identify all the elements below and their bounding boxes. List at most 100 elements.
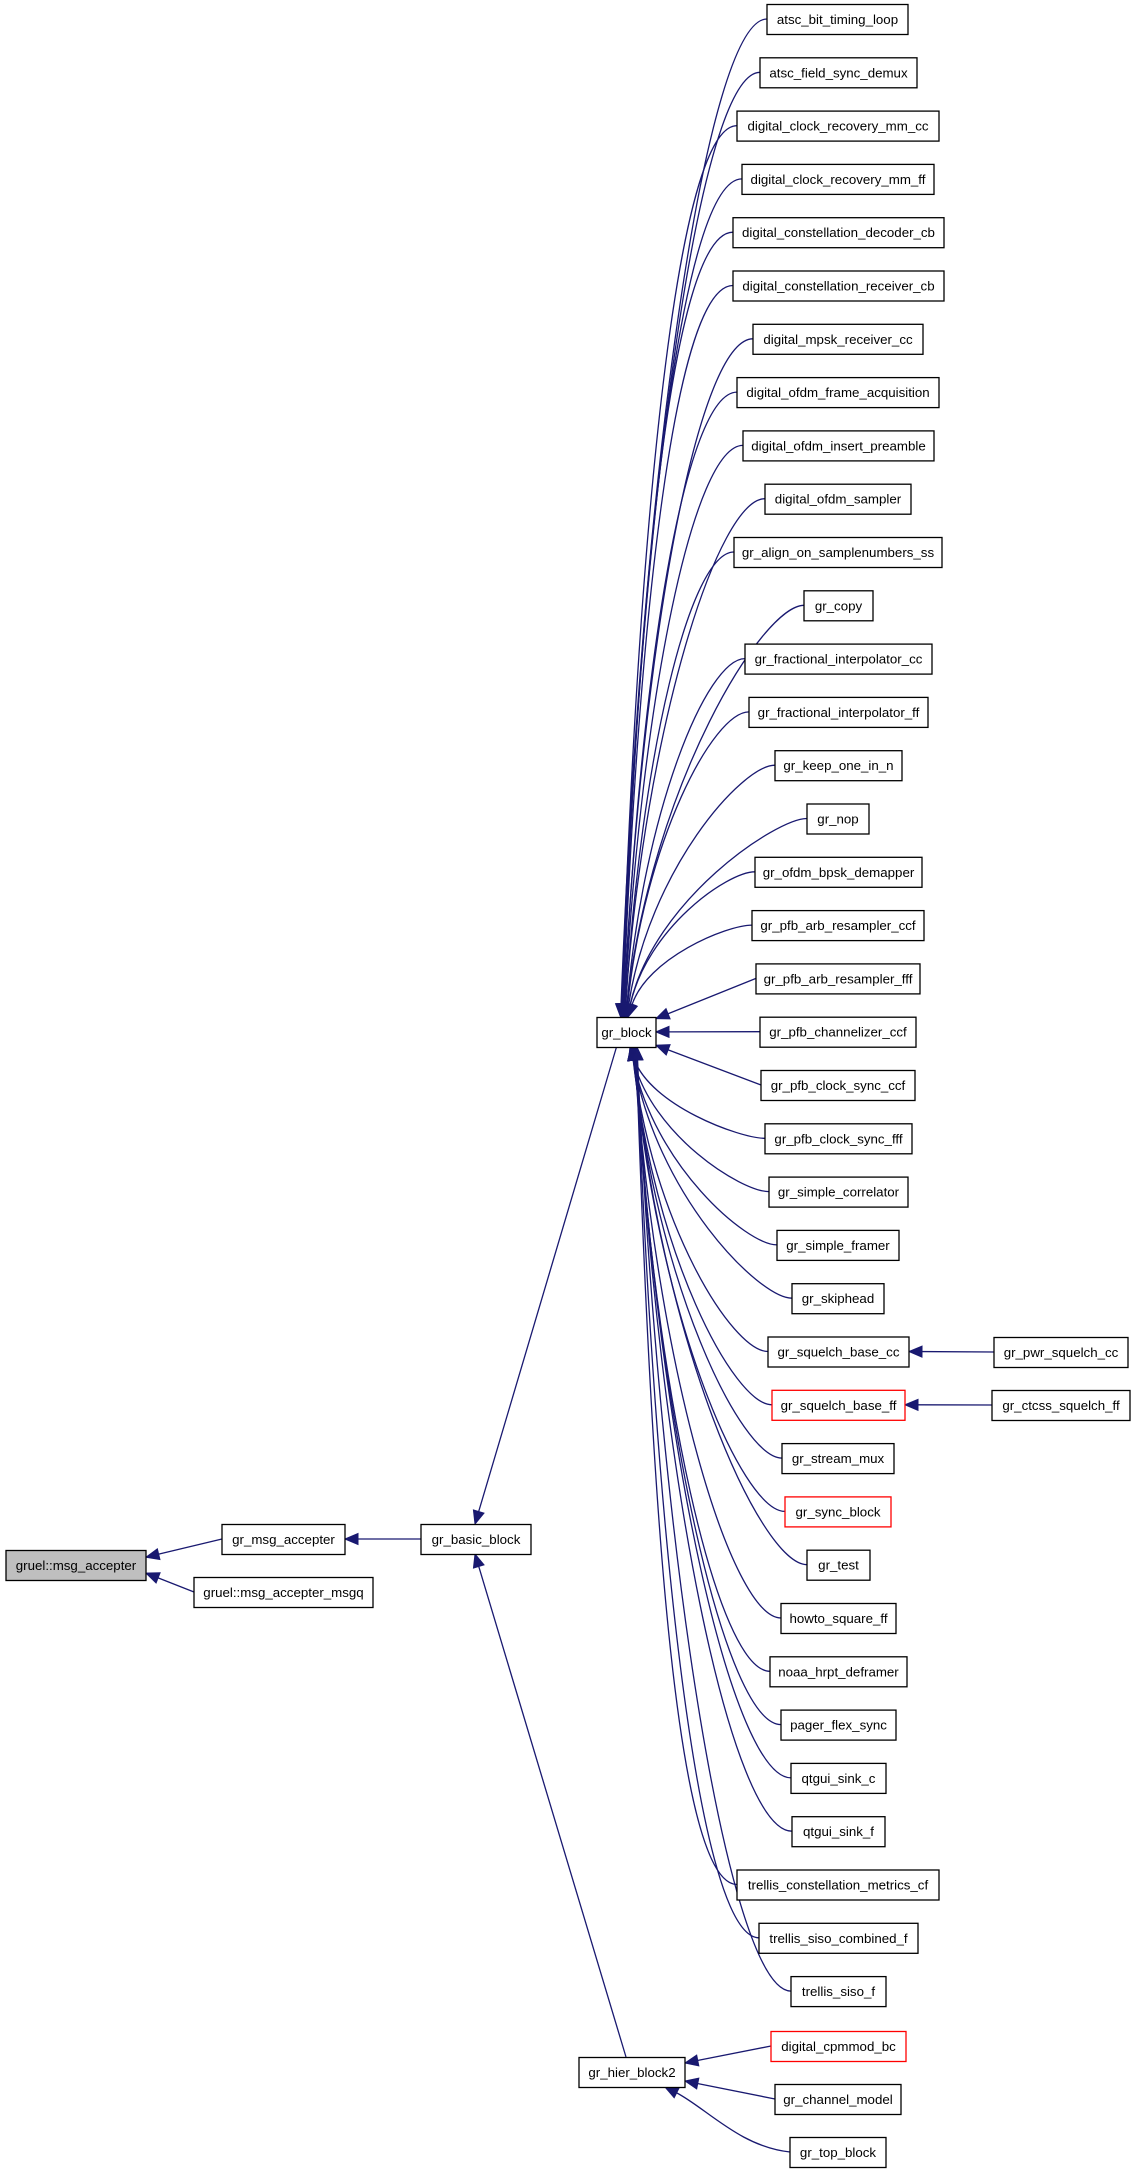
node-label: digital_ofdm_sampler <box>775 492 902 507</box>
node-trellis-siso-combined-f[interactable]: trellis_siso_combined_f <box>758 1922 919 1954</box>
node-gr-stream-mux[interactable]: gr_stream_mux <box>781 1442 895 1475</box>
node-digital-ofdm-frame-acquisition[interactable]: digital_ofdm_frame_acquisition <box>736 376 940 409</box>
node-label: gr_pfb_arb_resampler_ccf <box>760 918 916 933</box>
node-label: trellis_siso_combined_f <box>769 1931 908 1946</box>
edge-gr-pfb-arb-resampler-fff-to-gr-block <box>654 977 757 1020</box>
node-digital-constellation-receiver-cb[interactable]: digital_constellation_receiver_cb <box>732 270 945 302</box>
node-digital-clock-recovery-mm-ff[interactable]: digital_clock_recovery_mm_ff <box>741 163 935 196</box>
node-digital-clock-recovery-mm-cc[interactable]: digital_clock_recovery_mm_cc <box>736 110 940 142</box>
arrowhead-icon <box>472 1509 485 1526</box>
edge-line <box>157 1538 223 1556</box>
node-gr-squelch-base-ff[interactable]: gr_squelch_base_ff <box>771 1389 906 1421</box>
node-trellis-constellation-metrics-cf[interactable]: trellis_constellation_metrics_cf <box>736 1869 940 1901</box>
node-label: gr_nop <box>817 812 858 827</box>
node-gr-nop[interactable]: gr_nop <box>806 803 870 835</box>
node-label: gruel::msg_accepter_msgq <box>203 1585 363 1600</box>
node-gruel-msg-accepter: gruel::msg_accepter <box>5 1549 147 1582</box>
node-gr-copy[interactable]: gr_copy <box>803 590 874 622</box>
node-qtgui-sink-c[interactable]: qtgui_sink_c <box>790 1762 887 1795</box>
node-gr-test[interactable]: gr_test <box>806 1549 871 1581</box>
arrowhead-icon <box>144 1547 161 1561</box>
node-digital-cpmmod-bc[interactable]: digital_cpmmod_bc <box>770 2030 907 2063</box>
node-pager-flex-sync[interactable]: pager_flex_sync <box>780 1709 897 1741</box>
edge-gr-pfb-arb-resampler-ccf-to-gr-block <box>626 924 753 1019</box>
edge-gruel-msg-accepter-msgq-to-gruel-msg-accepter <box>144 1572 195 1593</box>
node-label: gr_squelch_base_cc <box>778 1345 900 1360</box>
edge-line <box>696 2045 772 2062</box>
node-gr-align-on-samplenumbers-ss[interactable]: gr_align_on_samplenumbers_ss <box>733 536 943 569</box>
node-label: digital_clock_recovery_mm_cc <box>747 119 928 134</box>
arrowhead-icon <box>654 1044 671 1056</box>
node-gr-block[interactable]: gr_block <box>596 1016 657 1049</box>
node-gruel-msg-accepter-msgq[interactable]: gruel::msg_accepter_msgq <box>193 1576 374 1609</box>
edge-line <box>666 977 757 1015</box>
node-gr-pfb-arb-resampler-fff[interactable]: gr_pfb_arb_resampler_fff <box>755 963 921 995</box>
node-gr-fractional-interpolator-cc[interactable]: gr_fractional_interpolator_cc <box>744 643 933 675</box>
node-digital-ofdm-insert-preamble[interactable]: digital_ofdm_insert_preamble <box>742 430 935 462</box>
arrowhead-icon <box>683 2077 700 2090</box>
node-gr-skiphead[interactable]: gr_skiphead <box>791 1283 885 1315</box>
node-label: gr_ctcss_squelch_ff <box>1002 1398 1120 1413</box>
node-label: trellis_constellation_metrics_cf <box>748 1878 929 1893</box>
edge-line <box>634 1058 782 1726</box>
node-gr-keep-one-in-n[interactable]: gr_keep_one_in_n <box>774 750 903 782</box>
arrowhead-icon <box>343 1532 359 1546</box>
node-label: gr_fractional_interpolator_ff <box>758 705 920 720</box>
node-label: qtgui_sink_c <box>802 1771 876 1786</box>
arrowhead-icon <box>683 2054 700 2067</box>
node-gr-ctcss-squelch-ff[interactable]: gr_ctcss_squelch_ff <box>991 1389 1131 1422</box>
node-label: digital_constellation_decoder_cb <box>742 225 935 240</box>
node-gr-ofdm-bpsk-demapper[interactable]: gr_ofdm_bpsk_demapper <box>754 856 923 888</box>
node-gr-hier-block2[interactable]: gr_hier_block2 <box>578 2056 686 2089</box>
node-gr-simple-correlator[interactable]: gr_simple_correlator <box>768 1176 909 1208</box>
node-label: gruel::msg_accepter <box>16 1558 137 1573</box>
node-label: gr_pfb_clock_sync_fff <box>774 1131 902 1146</box>
node-label: gr_align_on_samplenumbers_ss <box>742 545 935 560</box>
edge-line <box>636 1058 760 1939</box>
node-label: digital_ofdm_insert_preamble <box>751 438 925 453</box>
node-gr-pfb-arb-resampler-ccf[interactable]: gr_pfb_arb_resampler_ccf <box>751 909 925 942</box>
edge-digital-cpmmod-bc-to-gr-hier-block2 <box>683 2045 772 2067</box>
node-atsc-bit-timing-loop[interactable]: atsc_bit_timing_loop <box>766 3 909 36</box>
node-gr-msg-accepter[interactable]: gr_msg_accepter <box>221 1523 346 1556</box>
node-gr-simple-framer[interactable]: gr_simple_framer <box>776 1229 900 1262</box>
edge-line <box>477 1565 627 2058</box>
node-gr-fractional-interpolator-ff[interactable]: gr_fractional_interpolator_ff <box>748 696 929 729</box>
node-atsc-field-sync-demux[interactable]: atsc_field_sync_demux <box>759 57 918 89</box>
node-digital-mpsk-receiver-cc[interactable]: digital_mpsk_receiver_cc <box>752 323 924 355</box>
node-gr-pfb-clock-sync-ccf[interactable]: gr_pfb_clock_sync_ccf <box>760 1069 916 1102</box>
edge-pager-flex-sync-to-gr-block <box>629 1045 782 1726</box>
inheritance-graph: gruel::msg_accepter gr_msg_acceptergruel:… <box>5 3 1131 2169</box>
edge-gr-msg-accepter-to-gruel-msg-accepter <box>144 1538 223 1561</box>
node-gr-pwr-squelch-cc[interactable]: gr_pwr_squelch_cc <box>993 1336 1129 1369</box>
node-label: atsc_field_sync_demux <box>769 65 908 80</box>
node-label: gr_simple_correlator <box>778 1185 900 1200</box>
edge-line <box>631 924 753 1006</box>
node-howto-square-ff[interactable]: howto_square_ff <box>780 1602 897 1635</box>
node-noaa-hrpt-deframer[interactable]: noaa_hrpt_deframer <box>769 1656 908 1688</box>
edge-line <box>634 1058 782 1619</box>
node-label: gr_test <box>818 1558 859 1573</box>
node-gr-squelch-base-cc[interactable]: gr_squelch_base_cc <box>767 1336 910 1368</box>
node-gr-basic-block[interactable]: gr_basic_block <box>420 1523 532 1556</box>
node-gr-channel-model[interactable]: gr_channel_model <box>774 2083 902 2116</box>
edge-gr-pwr-squelch-cc-to-gr-squelch-base-cc <box>907 1345 995 1358</box>
node-trellis-siso-f[interactable]: trellis_siso_f <box>790 1975 887 2008</box>
node-qtgui-sink-f[interactable]: qtgui_sink_f <box>791 1816 886 1848</box>
edge-line <box>632 1058 773 1406</box>
arrowhead-icon <box>907 1345 923 1358</box>
node-gr-pfb-channelizer-ccf[interactable]: gr_pfb_channelizer_ccf <box>759 1016 917 1048</box>
node-gr-pfb-clock-sync-fff[interactable]: gr_pfb_clock_sync_fff <box>764 1123 913 1155</box>
edge-gr-block-to-gr-basic-block <box>472 1046 618 1526</box>
edge-line <box>477 1046 618 1513</box>
edge-digital-clock-recovery-mm-cc-to-gr-block <box>615 124 738 1019</box>
node-digital-ofdm-sampler[interactable]: digital_ofdm_sampler <box>764 483 912 515</box>
node-gr-sync-block[interactable]: gr_sync_block <box>784 1496 892 1528</box>
node-label: gr_hier_block2 <box>588 2065 675 2080</box>
node-label: gr_keep_one_in_n <box>783 758 893 773</box>
node-digital-constellation-decoder-cb[interactable]: digital_constellation_decoder_cb <box>732 217 945 249</box>
node-gr-top-block[interactable]: gr_top_block <box>789 2136 887 2169</box>
edge-line <box>632 1058 778 1246</box>
edge-gr-pfb-channelizer-ccf-to-gr-block <box>654 1025 761 1039</box>
edge-gr-basic-block-to-gr-msg-accepter <box>343 1532 421 1546</box>
